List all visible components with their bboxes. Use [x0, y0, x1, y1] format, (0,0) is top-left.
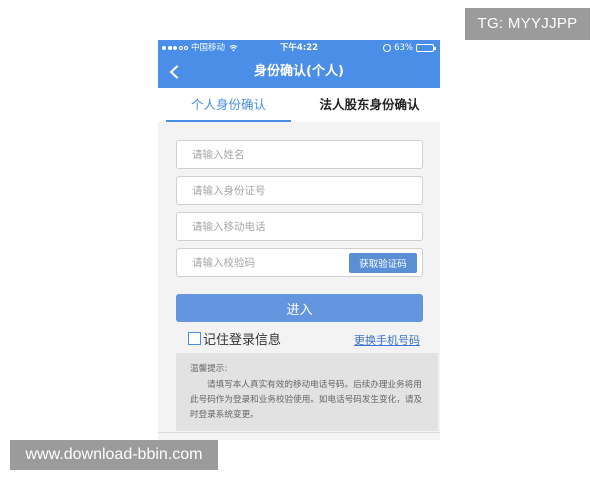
- verification-code-input[interactable]: [177, 249, 342, 276]
- id-number-input[interactable]: [177, 177, 422, 204]
- enter-button[interactable]: 进入: [176, 294, 423, 322]
- phone-input[interactable]: [177, 213, 422, 240]
- telegram-watermark: TG: MYYJJPP: [465, 8, 590, 40]
- bottom-divider: [158, 432, 440, 433]
- identity-tabs: 个人身份确认 法人股东身份确认: [158, 88, 440, 122]
- tips-panel: 温馨提示: 请填写本人真实有效的移动电话号码。后续办理业务将用此号码作为登录和业…: [176, 353, 438, 431]
- phone-field-box: [176, 212, 423, 241]
- tips-title: 温馨提示:: [190, 364, 228, 374]
- name-input[interactable]: [177, 141, 422, 168]
- alarm-icon: [383, 44, 392, 52]
- status-bar: 中国移动 下午4:22 63%: [158, 40, 440, 56]
- battery-percent: 63%: [394, 43, 413, 53]
- identity-form: 获取验证码: [176, 140, 423, 284]
- remember-login[interactable]: 记住登录信息: [188, 329, 281, 348]
- id-field-box: [176, 176, 423, 205]
- website-watermark: www.download-bbin.com: [10, 440, 218, 470]
- status-right: 63%: [383, 40, 436, 56]
- name-field-box: [176, 140, 423, 169]
- remember-label: 记住登录信息: [203, 333, 282, 348]
- change-phone-link[interactable]: 更换手机号码: [354, 332, 420, 348]
- battery-icon: [416, 44, 436, 52]
- page-title: 身份确认(个人): [254, 64, 344, 79]
- tips-body: 请填写本人真实有效的移动电话号码。后续办理业务将用此号码作为登录和业务校验使用。…: [190, 380, 423, 420]
- tab-corporate-shareholder[interactable]: 法人股东身份确认: [299, 88, 440, 122]
- code-field-box: 获取验证码: [176, 248, 423, 277]
- remember-checkbox[interactable]: [188, 332, 201, 345]
- get-code-button[interactable]: 获取验证码: [349, 253, 417, 273]
- nav-bar: 身份确认(个人): [158, 56, 440, 88]
- tab-personal[interactable]: 个人身份确认: [158, 88, 299, 122]
- phone-screen: 中国移动 下午4:22 63% 身份确认(个人) 个人身份确认 法人股东身份确认: [158, 40, 440, 440]
